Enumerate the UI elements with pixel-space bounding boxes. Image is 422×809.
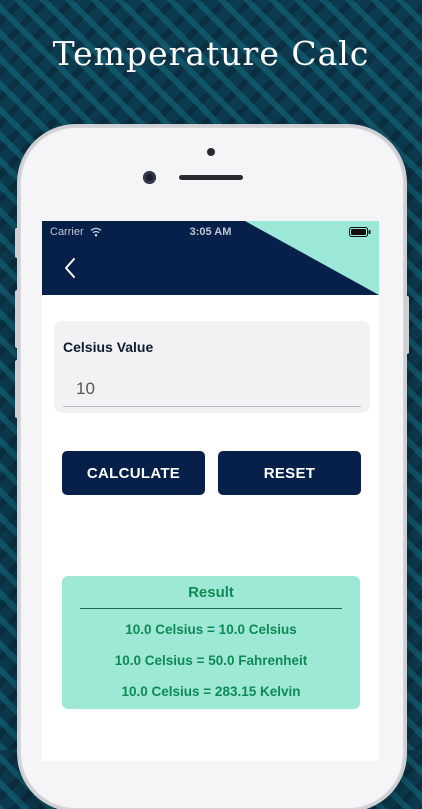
promo-title: Temperature Calc (52, 34, 370, 73)
phone-power-button (405, 296, 409, 354)
reset-button[interactable]: RESET (218, 451, 361, 495)
status-bar: Carrier 3:05 AM (42, 221, 379, 243)
result-line-celsius: 10.0 Celsius = 10.0 Celsius (125, 622, 297, 637)
result-title: Result (188, 584, 234, 601)
proximity-sensor (207, 148, 215, 156)
battery-icon (349, 227, 371, 237)
phone-volume-up-button (15, 290, 19, 348)
status-time: 3:05 AM (189, 226, 232, 238)
earpiece-speaker (179, 175, 243, 180)
celsius-input-card: Celsius Value (54, 321, 370, 413)
chevron-left-icon[interactable] (62, 257, 78, 279)
result-line-fahrenheit: 10.0 Celsius = 50.0 Fahrenheit (114, 653, 308, 668)
result-card: Result 10.0 Celsius = 10.0 Celsius 10.0 … (62, 576, 360, 709)
phone-volume-down-button (15, 360, 19, 418)
calculate-button[interactable]: CALCULATE (62, 451, 205, 495)
front-camera-icon (143, 171, 156, 184)
app-screen: Carrier 3:05 AM Celsius Value 10 CALCULA… (42, 221, 379, 761)
navigation-bar: Carrier 3:05 AM (42, 221, 379, 295)
result-line-kelvin: 10.0 Celsius = 283.15 Kelvin (121, 684, 301, 699)
phone-silent-switch (15, 228, 19, 258)
celsius-value-label: Celsius Value (63, 339, 154, 355)
result-divider (80, 608, 342, 609)
phone-frame: Carrier 3:05 AM Celsius Value 10 CALCULA… (15, 127, 409, 809)
celsius-value-input[interactable] (63, 371, 361, 407)
